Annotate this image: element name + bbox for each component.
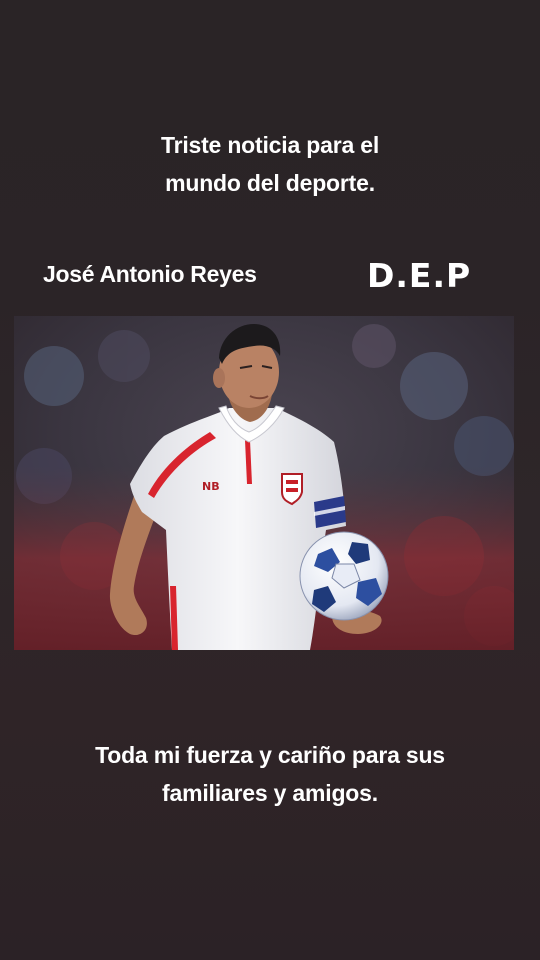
dep-label: D.E.P bbox=[367, 256, 472, 295]
player-name: José Antonio Reyes bbox=[43, 261, 257, 287]
player-photo: NB bbox=[14, 316, 514, 650]
headline-text: Triste noticia para el mundo del deporte… bbox=[160, 132, 380, 196]
svg-text:NB: NB bbox=[202, 480, 220, 493]
footer-text: Toda mi fuerza y cariño para sus familia… bbox=[95, 742, 445, 806]
story-view: Triste noticia para el mundo del deporte… bbox=[0, 0, 540, 960]
name-row: José Antonio Reyes D.E.P bbox=[0, 256, 540, 300]
